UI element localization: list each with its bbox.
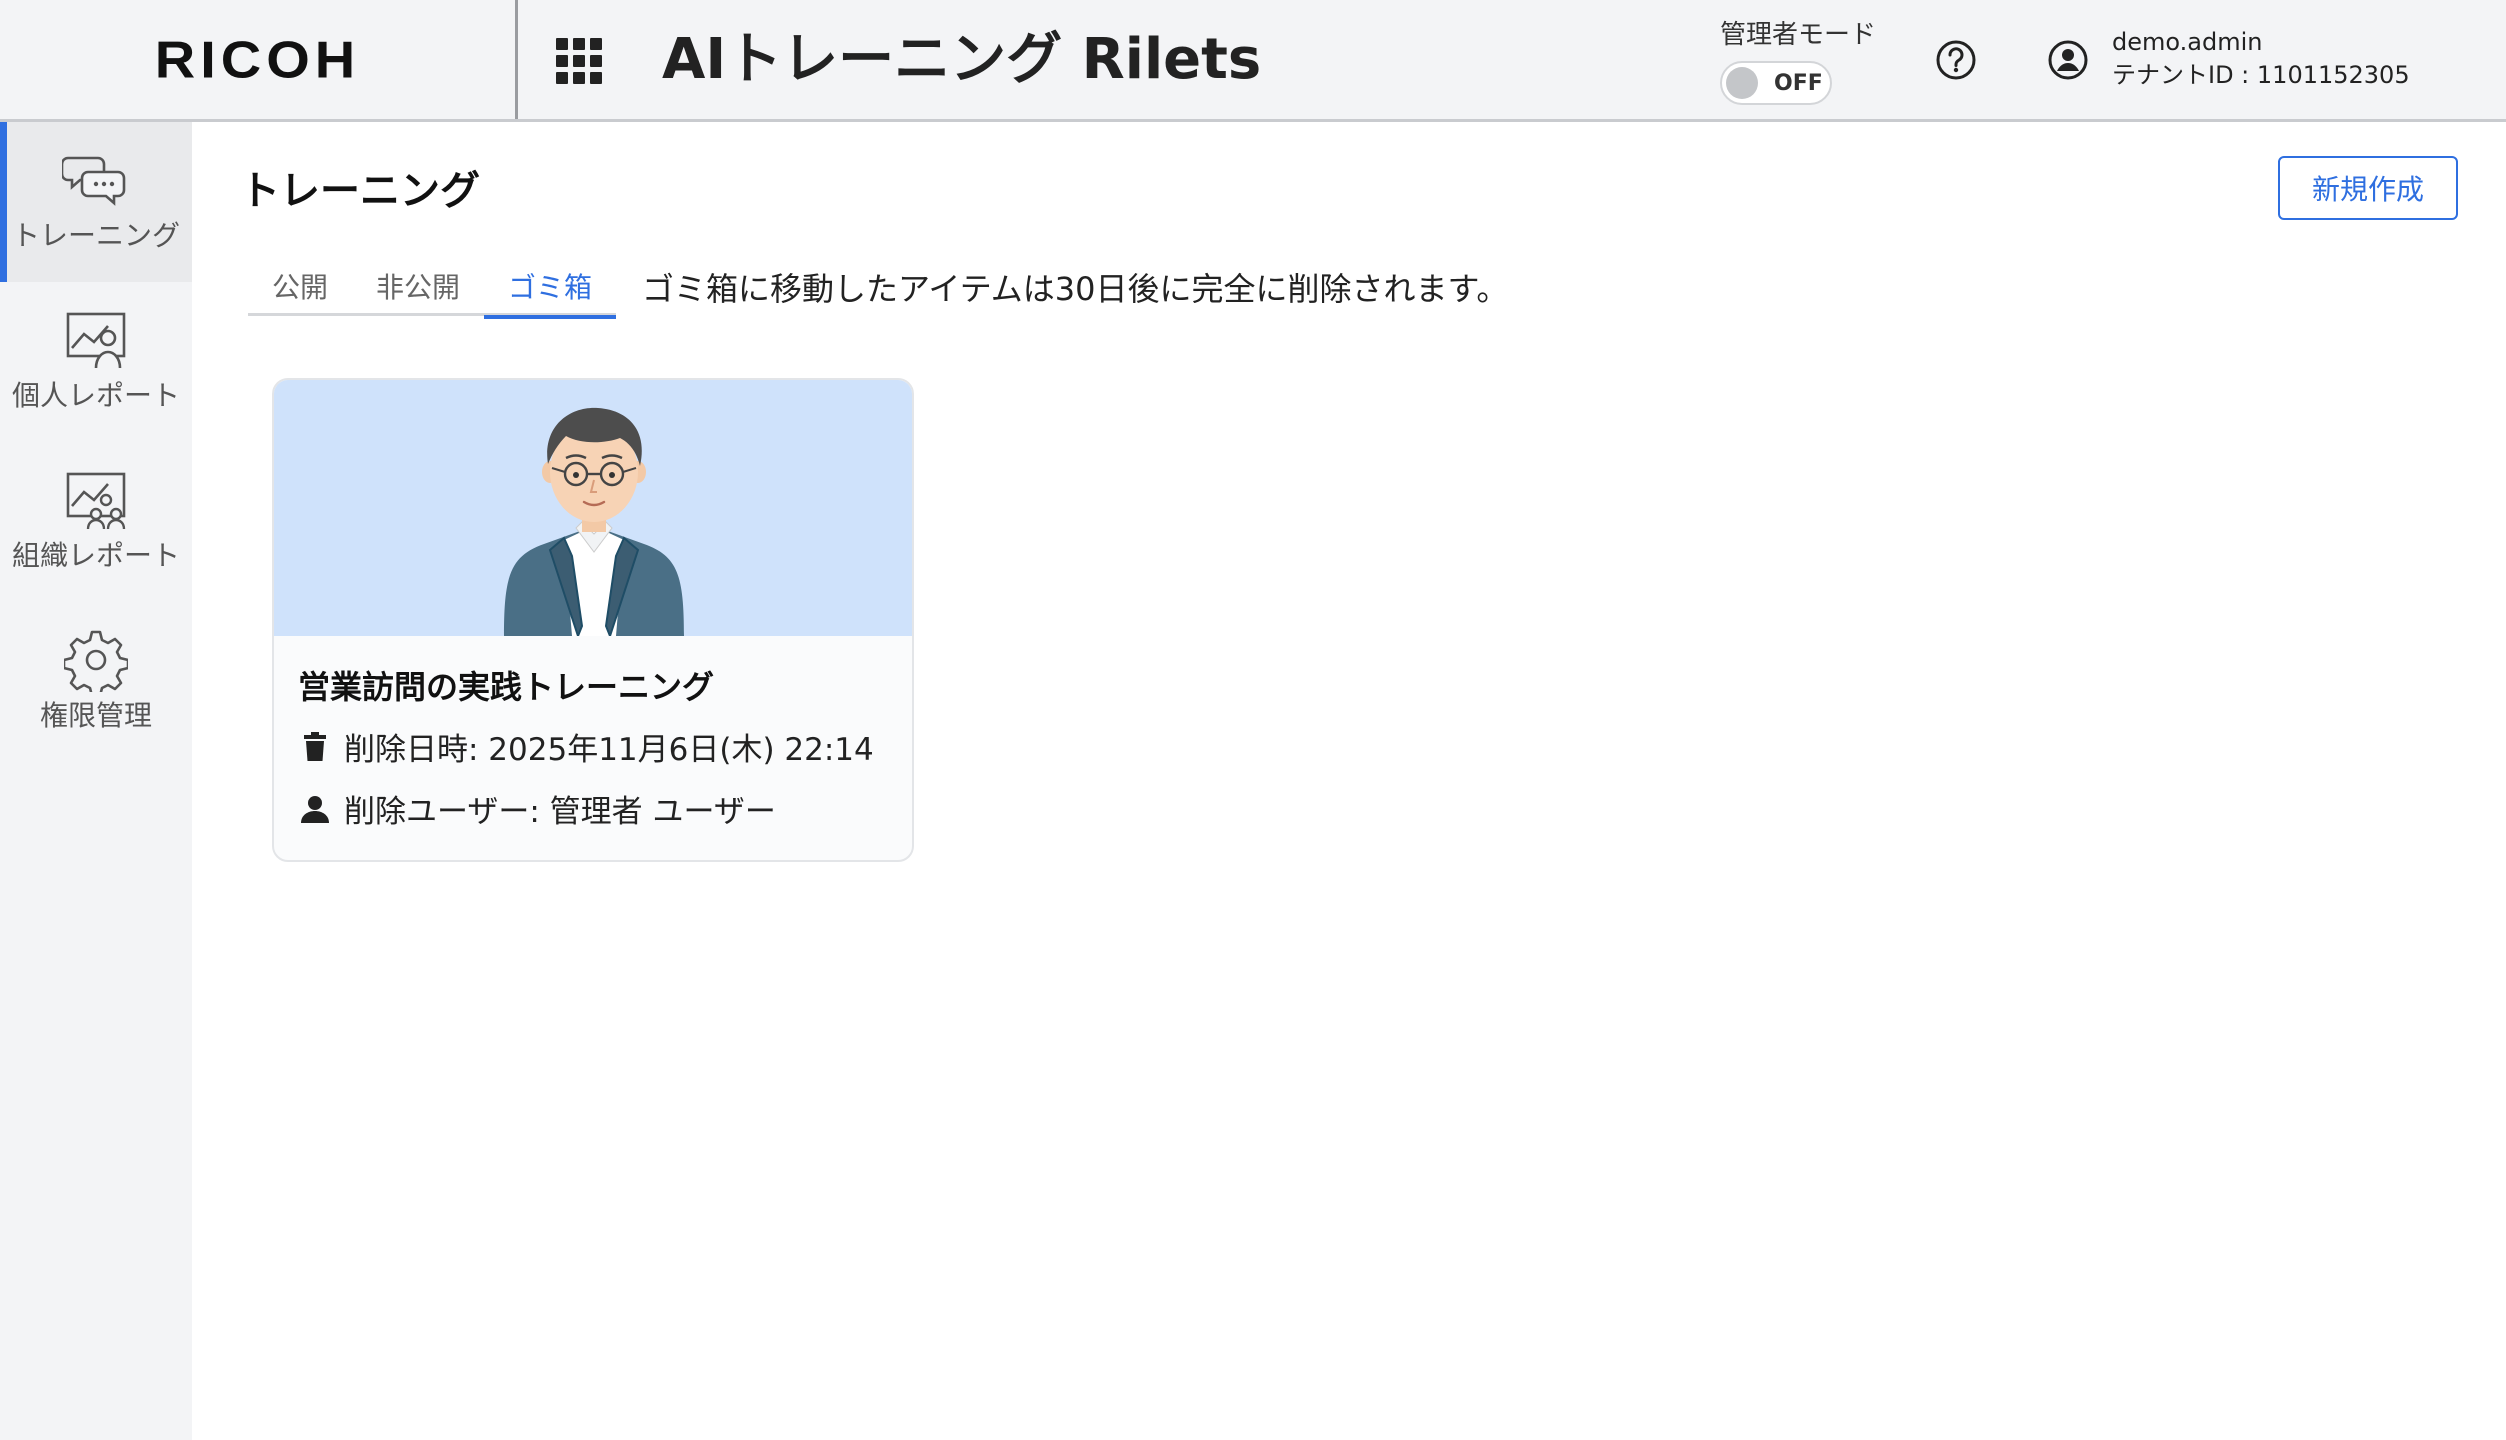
username: demo.admin	[2112, 28, 2263, 56]
sidebar-item-organization-report[interactable]: 組織レポート	[0, 442, 192, 602]
card-deleted-by: 削除ユーザー: 管理者 ユーザー	[300, 786, 776, 831]
logo-area: RICOH	[0, 0, 518, 119]
help-circle-icon[interactable]	[1934, 38, 1978, 82]
toggle-knob	[1726, 67, 1758, 99]
tenant-id: テナントID : 1101152305	[2112, 61, 2410, 89]
admin-mode-label: 管理者モード	[1720, 20, 1877, 50]
main-content: トレーニング 新規作成 公開 非公開 ゴミ箱 ゴミ箱に移動したアイテムは30日後…	[192, 122, 2506, 1440]
sidebar-item-label: トレーニング	[11, 219, 180, 252]
chat-bubbles-icon	[62, 150, 130, 210]
apps-grid-icon[interactable]	[556, 38, 602, 84]
trash-notice: ゴミ箱に移動したアイテムは30日後に完全に削除されます。	[642, 270, 1509, 308]
sidebar-item-label: 個人レポート	[11, 379, 180, 412]
card-deleted-at: 削除日時: 2025年11月6日(木) 22:14	[300, 724, 874, 769]
tab-public[interactable]: 公開	[248, 260, 352, 316]
deleted-at-text: 削除日時: 2025年11月6日(木) 22:14	[344, 732, 874, 768]
app-header: RICOH AIトレーニング Rilets 管理者モード OFF demo.ad…	[0, 0, 2506, 122]
create-new-button[interactable]: 新規作成	[2278, 156, 2458, 220]
sidebar-item-label: 組織レポート	[11, 539, 180, 572]
sidebar-item-label: 権限管理	[39, 699, 152, 732]
gear-icon	[62, 630, 130, 692]
deleted-by-text: 削除ユーザー: 管理者 ユーザー	[344, 794, 776, 830]
page-title: トレーニング	[240, 168, 480, 214]
organization-report-icon	[62, 470, 130, 530]
tab-private[interactable]: 非公開	[352, 260, 484, 316]
app-title: AIトレーニング Rilets	[662, 27, 1262, 92]
personal-report-icon	[62, 310, 130, 370]
ricoh-logo: RICOH	[154, 30, 361, 89]
sidebar-item-permissions[interactable]: 権限管理	[0, 602, 192, 762]
sidebar: トレーニング 個人レポート 組織レポート 権限管理	[0, 122, 192, 1440]
user-info: demo.admin テナントID : 1101152305	[2112, 26, 2410, 92]
tab-bar: 公開 非公開 ゴミ箱	[248, 260, 617, 319]
admin-mode-toggle[interactable]: OFF	[1720, 61, 1832, 105]
user-circle-icon[interactable]	[2046, 38, 2090, 82]
training-card[interactable]: 営業訪問の実践トレーニング 削除日時: 2025年11月6日(木) 22:14 …	[272, 378, 914, 862]
trash-icon	[300, 731, 330, 762]
sidebar-item-training[interactable]: トレーニング	[0, 122, 192, 282]
person-icon	[300, 794, 330, 824]
admin-mode: 管理者モード OFF	[1720, 14, 1890, 105]
tab-trash[interactable]: ゴミ箱	[484, 260, 617, 319]
card-title: 営業訪問の実践トレーニング	[298, 668, 715, 706]
toggle-state-label: OFF	[1774, 71, 1823, 96]
sidebar-item-personal-report[interactable]: 個人レポート	[0, 282, 192, 442]
businessman-avatar-image	[274, 380, 912, 636]
